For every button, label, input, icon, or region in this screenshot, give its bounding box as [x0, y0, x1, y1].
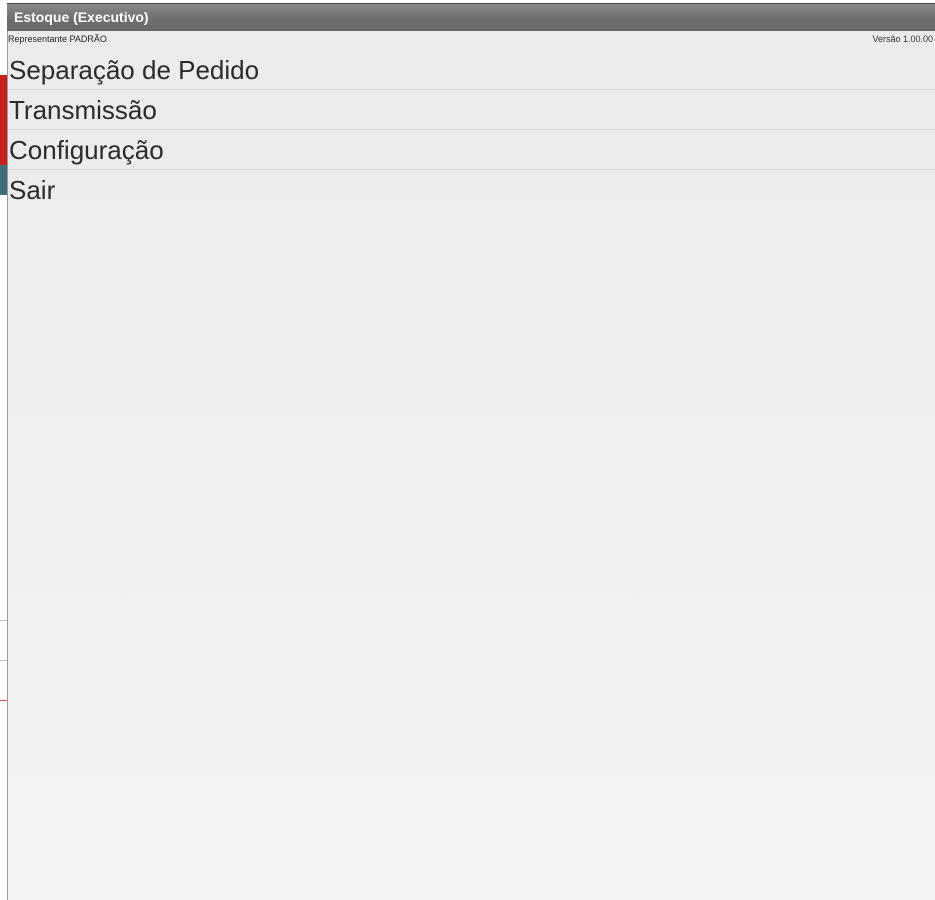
- dialog-title: Estoque (Executivo): [14, 9, 149, 25]
- background-app-red-band: [0, 75, 7, 165]
- representative-label: Representante PADRÃO: [8, 34, 107, 44]
- screen: Estoque (Executivo) Representante PADRÃO…: [0, 0, 935, 900]
- dialog-title-bar: Estoque (Executivo): [7, 3, 935, 31]
- menu-item-sair[interactable]: Sair: [8, 170, 935, 210]
- menu-item-separacao-de-pedido[interactable]: Separação de Pedido: [8, 50, 935, 90]
- menu-item-configuracao[interactable]: Configuração: [8, 130, 935, 170]
- version-label: Versão 1.00.00: [872, 34, 933, 44]
- menu-item-transmissao[interactable]: Transmissão: [8, 90, 935, 130]
- background-app-teal-band: [0, 165, 7, 195]
- dialog-info-bar: Representante PADRÃO Versão 1.00.00: [8, 32, 935, 47]
- main-menu: Separação de Pedido Transmissão Configur…: [8, 50, 935, 210]
- menu-dialog: Estoque (Executivo) Representante PADRÃO…: [7, 3, 935, 900]
